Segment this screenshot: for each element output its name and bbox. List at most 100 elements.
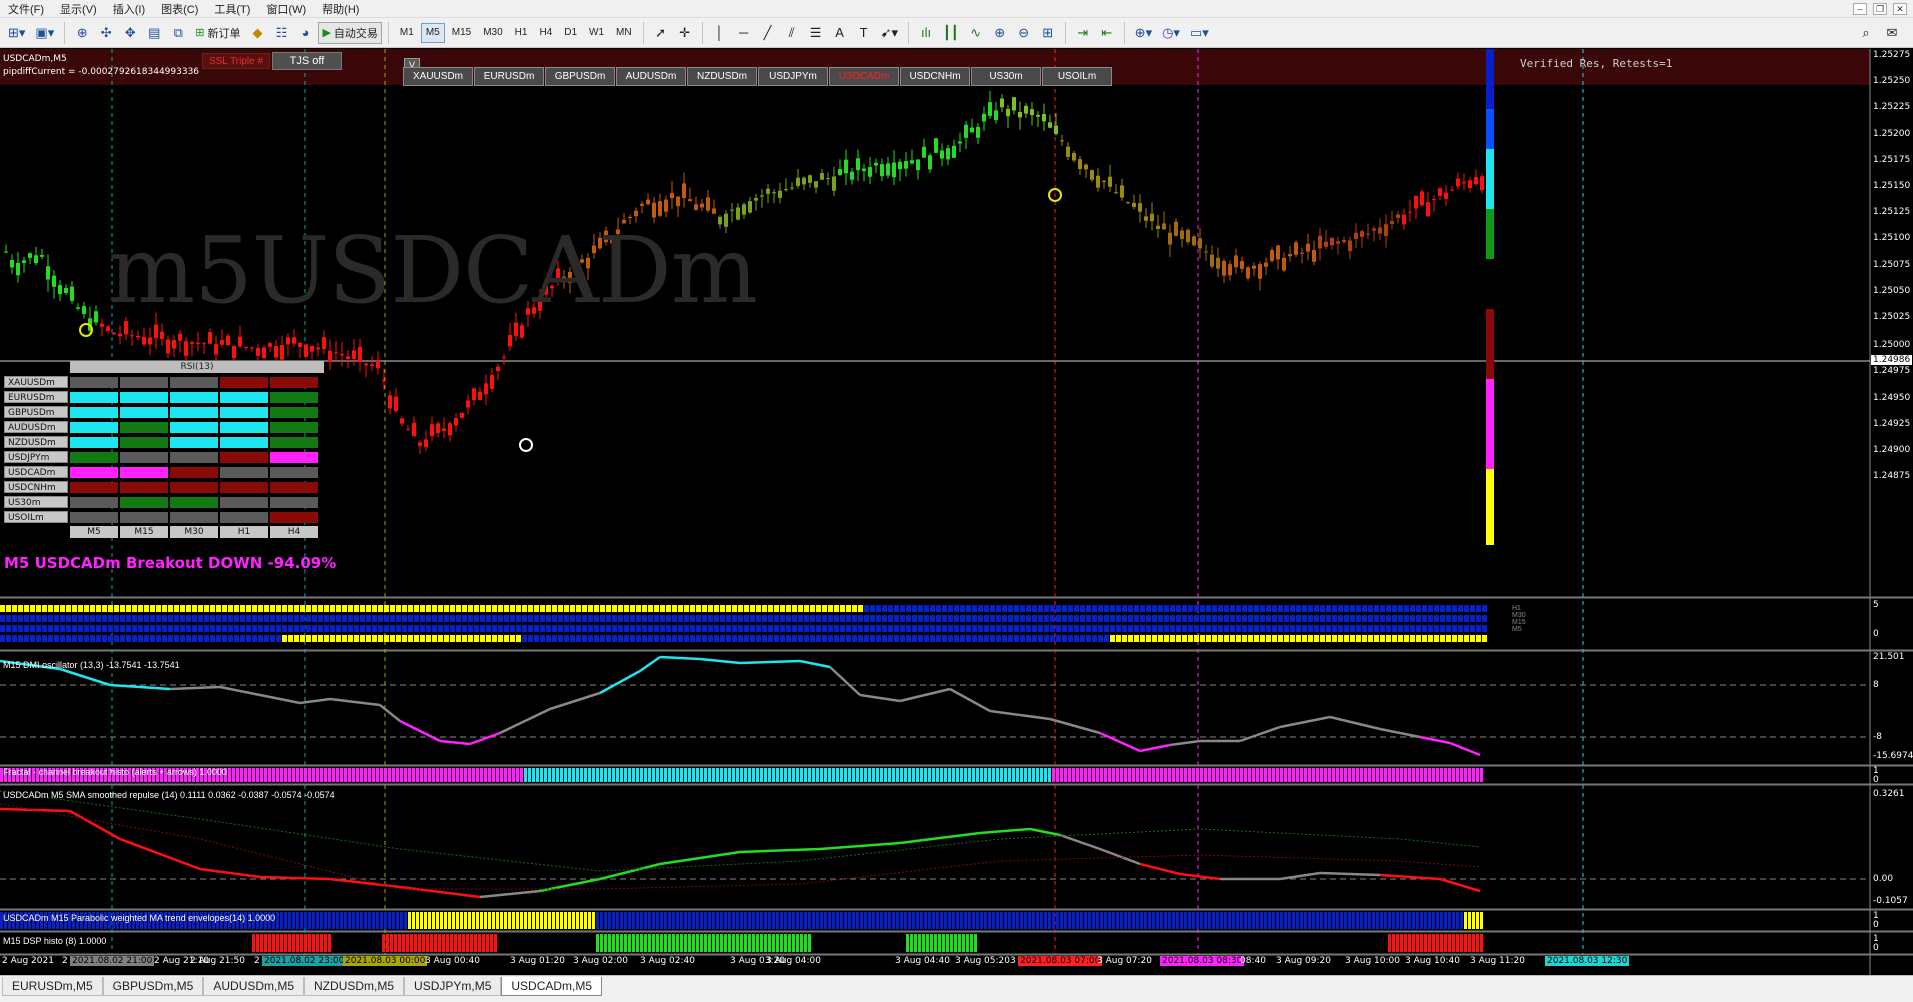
chart-tab[interactable]: GBPUSDm,M5 [102, 977, 204, 996]
chart-shift-icon[interactable]: ⇤ [1096, 22, 1118, 44]
label-icon[interactable]: T [853, 22, 875, 44]
line-chart-icon[interactable]: ∿ [965, 22, 987, 44]
tile-windows-icon[interactable]: ⊞ [1037, 22, 1059, 44]
zoom-in-icon[interactable]: ⊕ [989, 22, 1011, 44]
arrows-icon[interactable]: ➹▾ [877, 22, 902, 44]
parabolic-histo-bar [432, 912, 435, 929]
mtf-histo-cell [264, 605, 269, 612]
zoom-out-icon[interactable]: ⊖ [1013, 22, 1035, 44]
mtf-histo-cell [690, 605, 695, 612]
auto-trading-button[interactable]: ▶ 自动交易 [318, 21, 382, 44]
tf-m30[interactable]: M30 [478, 23, 507, 43]
symbol-button-usoilm[interactable]: USOILm [1042, 67, 1112, 86]
parabolic-histo-bar [1460, 912, 1463, 929]
fractal-histo-bar [556, 768, 559, 782]
indicators-icon[interactable]: ⊕▾ [1131, 22, 1156, 44]
tf-h1[interactable]: H1 [510, 23, 533, 43]
tf-m1[interactable]: M1 [395, 23, 419, 43]
pipdiff-readout: pipdiffCurrent = -0.0002792618344993336 [3, 67, 200, 77]
vertical-line-icon[interactable]: │ [709, 22, 731, 44]
chart-window[interactable]: H1 M30 M15 M5 USDCADm,M5 pipdiffCurrent = -… [0, 49, 1913, 975]
menu-file[interactable]: 文件(F) [0, 1, 52, 17]
menu-insert[interactable]: 插入(I) [105, 1, 153, 17]
search-icon[interactable]: ⌕ [1855, 22, 1877, 44]
chart-tab[interactable]: USDCADm,M5 [501, 977, 603, 996]
parabolic-histo-bar [632, 912, 635, 929]
menu-help[interactable]: 帮助(H) [314, 1, 367, 17]
symbol-button-usdjpym[interactable]: USDJPYm [758, 67, 828, 86]
fractal-histo-bar [760, 768, 763, 782]
dsp-histo-bar [922, 934, 925, 952]
parabolic-histo-bar [336, 912, 339, 929]
menu-view[interactable]: 显示(V) [52, 1, 105, 17]
ssl-triple-button[interactable]: SSL Triple # [202, 53, 270, 69]
data-window-icon[interactable]: ✣ [95, 22, 117, 44]
chart-tab[interactable]: USDJPYm,M5 [404, 977, 502, 996]
bar-chart-icon[interactable]: ılı [915, 22, 937, 44]
tf-h4[interactable]: H4 [534, 23, 557, 43]
fractal-histo-bar [536, 768, 539, 782]
mtf-histo-cell [654, 605, 659, 612]
symbol-button-gbpusdm[interactable]: GBPUSDm [545, 67, 615, 86]
signals-icon[interactable]: ☷ [270, 22, 292, 44]
mtf-histo-cell [324, 605, 329, 612]
chart-tab[interactable]: NZDUSDm,M5 [304, 977, 405, 996]
tf-w1[interactable]: W1 [584, 23, 609, 43]
chart-tab[interactable]: EURUSDm,M5 [2, 977, 103, 996]
rsi-cell [70, 377, 118, 388]
chat-icon[interactable]: ✉ [1881, 22, 1903, 44]
parabolic-histo-bar [584, 912, 587, 929]
close-icon[interactable]: ✕ [1893, 2, 1907, 15]
new-order-button[interactable]: ⊞ 新订单 [191, 22, 244, 44]
trend-status-bar [1486, 49, 1494, 109]
minimize-icon[interactable]: – [1853, 2, 1867, 15]
mtf-histo-cell [1038, 615, 1043, 622]
cursor-icon[interactable]: ➚ [650, 22, 672, 44]
metaeditor-icon[interactable]: ◆ [246, 22, 268, 44]
symbol-button-usdcadm[interactable]: USDCADm [829, 67, 899, 86]
tf-m5[interactable]: M5 [420, 22, 445, 43]
tf-m15[interactable]: M15 [447, 23, 476, 43]
symbol-button-audusdm[interactable]: AUDUSDm [616, 67, 686, 86]
menu-tools[interactable]: 工具(T) [206, 1, 258, 17]
symbol-button-usdcnhm[interactable]: USDCNHm [900, 67, 970, 86]
chart-tab[interactable]: AUDUSDm,M5 [203, 977, 305, 996]
mtf-histo-cell [1212, 625, 1217, 632]
dsp-histo-bar [620, 934, 623, 952]
navigator-icon[interactable]: ✥ [119, 22, 141, 44]
menu-window[interactable]: 窗口(W) [258, 1, 314, 17]
menu-chart[interactable]: 图表(C) [153, 1, 206, 17]
tf-d1[interactable]: D1 [559, 23, 582, 43]
channel-icon[interactable]: ⫽ [781, 22, 803, 44]
new-chart-icon[interactable]: ⊞▾ [4, 22, 29, 44]
rsi-cell [120, 377, 168, 388]
symbol-button-eurusdm[interactable]: EURUSDm [474, 67, 544, 86]
terminal-icon[interactable]: ▤ [143, 22, 165, 44]
fibonacci-icon[interactable]: ☰ [805, 22, 827, 44]
mtf-histo-cell [720, 635, 725, 642]
symbol-button-nzdusdm[interactable]: NZDUSDm [687, 67, 757, 86]
mtf-histo-cell [744, 605, 749, 612]
market-icon[interactable]: ◕ [294, 22, 316, 44]
market-watch-icon[interactable]: ⊕ [71, 22, 93, 44]
text-icon[interactable]: A [829, 22, 851, 44]
symbol-button-us30m[interactable]: US30m [971, 67, 1041, 86]
trendline-icon[interactable]: ╱ [757, 22, 779, 44]
restore-icon[interactable]: ❐ [1873, 2, 1887, 15]
tester-icon[interactable]: ⧉ [167, 22, 189, 44]
tf-mn[interactable]: MN [611, 23, 637, 43]
horizontal-line-icon[interactable]: ─ [733, 22, 755, 44]
fractal-histo-bar [1240, 768, 1243, 782]
dsp-histo-bar [760, 934, 763, 952]
symbol-button-xauusdm[interactable]: XAUUSDm [403, 67, 473, 86]
profiles-icon[interactable]: ▣▾ [31, 22, 58, 44]
fractal-histo-bar [964, 768, 967, 782]
candlestick-icon[interactable]: ┃┃ [939, 22, 963, 44]
mtf-histo-cell [948, 605, 953, 612]
autoscroll-icon[interactable]: ⇥ [1072, 22, 1094, 44]
mtf-histo-cell [462, 625, 467, 632]
tjs-toggle-button[interactable]: TJS off [272, 52, 342, 70]
templates-icon[interactable]: ▭▾ [1186, 22, 1213, 44]
crosshair-icon[interactable]: ✛ [674, 22, 696, 44]
periods-icon[interactable]: ◷▾ [1158, 22, 1184, 44]
